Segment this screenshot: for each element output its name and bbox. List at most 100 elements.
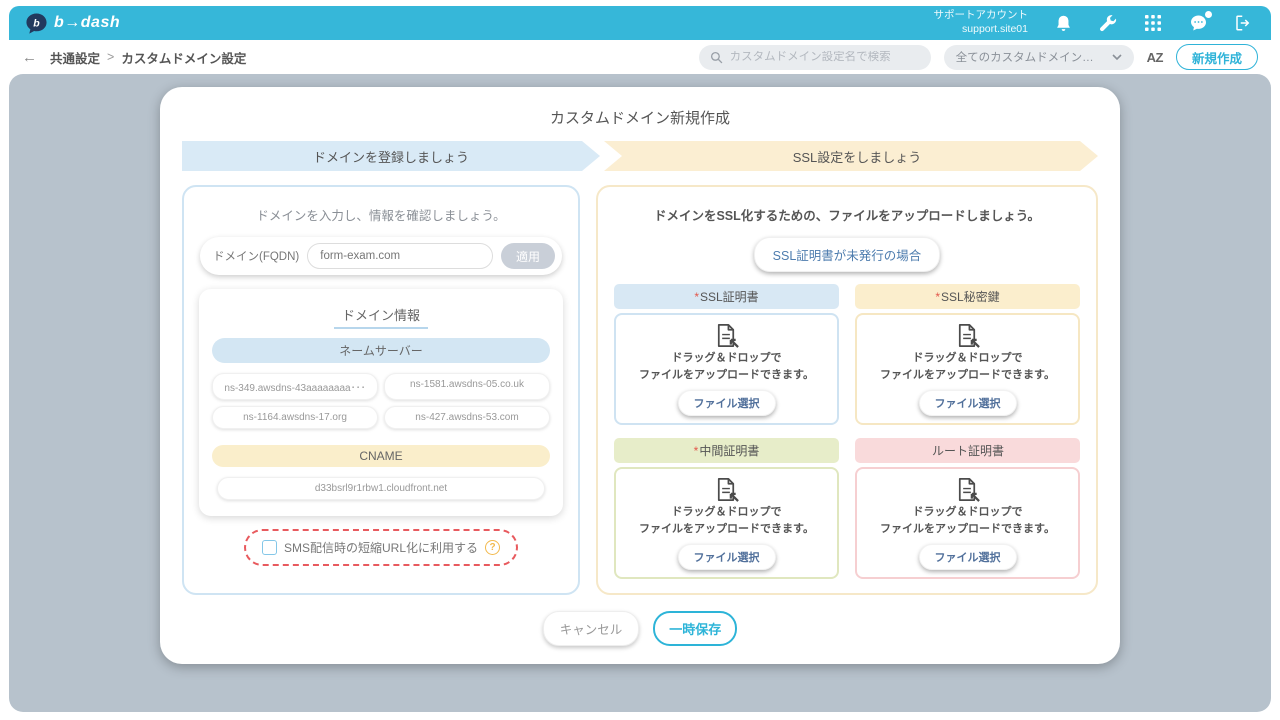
search-box (699, 45, 931, 70)
domain-instruction: ドメインを入力し、情報を確認しましょう。 (198, 205, 564, 224)
upload-cell-intermediate-cert: *中間証明書 (614, 438, 839, 579)
upload-cell-ssl-key: *SSL秘密鍵 (855, 284, 1080, 425)
file-select-button[interactable]: ファイル選択 (919, 390, 1017, 416)
breadcrumb-separator: > (107, 50, 114, 64)
logo[interactable]: b b→dash (25, 12, 120, 35)
account-info[interactable]: サポートアカウント support.site01 (934, 9, 1029, 36)
step-register-domain[interactable]: ドメインを登録しましょう (182, 141, 600, 171)
file-upload-icon (713, 322, 740, 349)
breadcrumb: 共通設定 > カスタムドメイン設定 (50, 48, 246, 67)
filter-dropdown[interactable]: 全てのカスタムドメイン設定 (944, 45, 1134, 70)
upload-hint-line1: ドラッグ＆ドロップで (672, 505, 782, 520)
logout-icon[interactable] (1231, 11, 1255, 35)
upload-hint-line2: ファイルをアップロードできます。 (880, 368, 1055, 383)
file-select-button[interactable]: ファイル選択 (678, 390, 776, 416)
upload-grid: *SSL証明書 (614, 284, 1080, 579)
modal-title: カスタムドメイン新規作成 (182, 107, 1098, 128)
upload-header-intermediate-cert: *中間証明書 (614, 438, 839, 463)
search-icon (710, 51, 723, 64)
modal-footer: キャンセル 一時保存 (182, 611, 1098, 646)
chevron-down-icon (1112, 54, 1122, 61)
apply-button[interactable]: 適用 (501, 243, 555, 269)
annotation-highlight: SMS配信時の短縮URL化に利用する ? (244, 529, 518, 566)
upload-dropzone-root-cert[interactable]: ドラッグ＆ドロップで ファイルをアップロードできます。 ファイル選択 (855, 467, 1080, 579)
upload-hint-line1: ドラッグ＆ドロップで (672, 351, 782, 366)
page: b b→dash サポートアカウント support.site01 (0, 0, 1280, 720)
domain-info-title: ドメイン情報 (334, 308, 428, 329)
wizard-steps: ドメインを登録しましょう SSL設定をしましょう (182, 141, 1098, 171)
upload-hint-line1: ドラッグ＆ドロップで (913, 505, 1023, 520)
upload-hint-line2: ファイルをアップロードできます。 (880, 522, 1055, 537)
upload-header-ssl-key: *SSL秘密鍵 (855, 284, 1080, 309)
unissued-button-wrap: SSL証明書が未発行の場合 (614, 237, 1080, 272)
chat-icon[interactable] (1186, 11, 1210, 35)
custom-domain-create-modal: カスタムドメイン新規作成 ドメインを登録しましょう SSL設定をしましょう ドメ… (160, 87, 1120, 664)
breadcrumb-current: カスタムドメイン設定 (121, 48, 246, 67)
help-icon[interactable]: ? (485, 540, 500, 555)
sms-option-row: SMS配信時の短縮URL化に利用する ? (198, 529, 564, 566)
required-mark: * (694, 444, 699, 458)
wrench-icon[interactable] (1096, 11, 1120, 35)
nameserver-value: ns-349.awsdns-43aaaaaaaa･･･ (212, 373, 378, 400)
logo-bubble-icon: b (25, 12, 48, 35)
apps-grid-icon[interactable] (1141, 11, 1165, 35)
nameserver-value: ns-1581.awsdns-05.co.uk (384, 373, 550, 400)
filter-value: 全てのカスタムドメイン設定 (956, 49, 1104, 65)
file-upload-icon (954, 476, 981, 503)
required-mark: * (935, 290, 940, 304)
bell-icon[interactable] (1051, 11, 1075, 35)
search-input[interactable] (730, 51, 920, 63)
domain-info-title-wrap: ドメイン情報 (212, 305, 550, 325)
fqdn-input[interactable] (307, 243, 493, 269)
sort-button[interactable]: AZ (1147, 50, 1163, 65)
domain-panel: ドメインを入力し、情報を確認しましょう。 ドメイン(FQDN) 適用 ドメイン情… (182, 185, 580, 595)
sms-checkbox-label: SMS配信時の短縮URL化に利用する (284, 539, 478, 556)
upload-hint-line1: ドラッグ＆ドロップで (913, 351, 1023, 366)
fqdn-row: ドメイン(FQDN) 適用 (200, 237, 562, 275)
upload-hint-line2: ファイルをアップロードできます。 (639, 368, 814, 383)
nameserver-list: ns-349.awsdns-43aaaaaaaa･･･ ns-1581.awsd… (212, 373, 550, 429)
sms-checkbox[interactable] (262, 540, 277, 555)
upload-title: SSL秘密鍵 (941, 290, 1000, 304)
notification-badge (1205, 11, 1212, 18)
file-upload-icon (954, 322, 981, 349)
file-upload-icon (713, 476, 740, 503)
required-mark: * (694, 290, 699, 304)
svg-text:b: b (33, 17, 40, 29)
upload-title: SSL証明書 (700, 290, 759, 304)
header-actions: サポートアカウント support.site01 (934, 9, 1256, 36)
nameserver-header: ネームサーバー (212, 338, 550, 363)
ssl-panel: ドメインをSSL化するための、ファイルをアップロードしましょう。 SSL証明書が… (596, 185, 1098, 595)
upload-header-ssl-cert: *SSL証明書 (614, 284, 839, 309)
upload-title: 中間証明書 (699, 444, 759, 458)
step-ssl-setting[interactable]: SSL設定をしましょう (604, 141, 1098, 171)
logo-text: b→dash (54, 14, 120, 32)
upload-hint-line2: ファイルをアップロードできます。 (639, 522, 814, 537)
cancel-button[interactable]: キャンセル (543, 611, 640, 646)
upload-dropzone-ssl-cert[interactable]: ドラッグ＆ドロップで ファイルをアップロードできます。 ファイル選択 (614, 313, 839, 425)
file-select-button[interactable]: ファイル選択 (919, 544, 1017, 570)
upload-title: ルート証明書 (932, 444, 1004, 458)
upload-cell-ssl-cert: *SSL証明書 (614, 284, 839, 425)
back-button[interactable]: ← (22, 49, 37, 66)
fqdn-label: ドメイン(FQDN) (213, 248, 299, 264)
nameserver-value: ns-427.awsdns-53.com (384, 406, 550, 429)
ssl-unissued-button[interactable]: SSL証明書が未発行の場合 (754, 237, 941, 272)
upload-dropzone-intermediate-cert[interactable]: ドラッグ＆ドロップで ファイルをアップロードできます。 ファイル選択 (614, 467, 839, 579)
upload-dropzone-ssl-key[interactable]: ドラッグ＆ドロップで ファイルをアップロードできます。 ファイル選択 (855, 313, 1080, 425)
temp-save-button[interactable]: 一時保存 (653, 611, 737, 646)
domain-info-card: ドメイン情報 ネームサーバー ns-349.awsdns-43aaaaaaaa･… (199, 289, 563, 516)
ssl-instruction: ドメインをSSL化するための、ファイルをアップロードしましょう。 (614, 205, 1080, 224)
create-button[interactable]: 新規作成 (1176, 44, 1258, 70)
account-label: サポートアカウント (934, 9, 1029, 23)
account-id: support.site01 (934, 23, 1029, 37)
upload-header-root-cert: ルート証明書 (855, 438, 1080, 463)
file-select-button[interactable]: ファイル選択 (678, 544, 776, 570)
upload-cell-root-cert: ルート証明書 (855, 438, 1080, 579)
breadcrumb-parent[interactable]: 共通設定 (50, 48, 100, 67)
content-area: カスタムドメイン新規作成 ドメインを登録しましょう SSL設定をしましょう ドメ… (9, 74, 1271, 712)
modal-panels: ドメインを入力し、情報を確認しましょう。 ドメイン(FQDN) 適用 ドメイン情… (182, 185, 1098, 595)
nameserver-value: ns-1164.awsdns-17.org (212, 406, 378, 429)
page-toolbar: ← 共通設定 > カスタムドメイン設定 全てのカスタムドメイン設定 AZ 新規作… (0, 40, 1280, 74)
cname-header: CNAME (212, 445, 550, 467)
